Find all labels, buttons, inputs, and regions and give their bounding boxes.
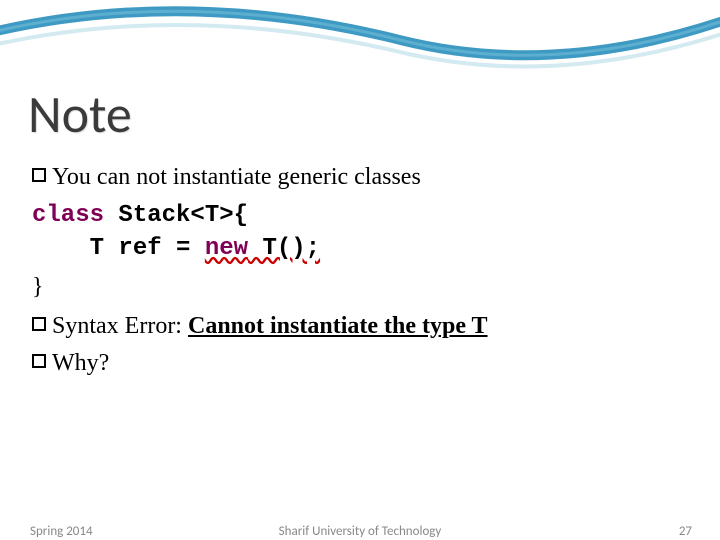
bullet-item: Why? [32, 346, 688, 381]
footer-institution: Sharif University of Technology [0, 524, 720, 539]
bullet-item: You can not instantiate generic classes [32, 160, 688, 195]
bullet-text: Why? [52, 346, 109, 381]
code-text: T ref = [32, 235, 205, 262]
header-swoosh [0, 0, 720, 90]
keyword-class: class [32, 202, 104, 229]
bullet-item: Syntax Error: Cannot instantiate the typ… [32, 309, 688, 344]
bullet-prefix: Syntax Error: [52, 313, 188, 339]
code-close-brace: } [32, 270, 688, 305]
bullet-emphasis: Cannot instantiate the type T [188, 313, 488, 339]
code-text: Stack<T>{ [104, 202, 248, 229]
bullet-text: Syntax Error: Cannot instantiate the typ… [52, 309, 488, 344]
slide-number: 27 [679, 524, 692, 539]
slide-title: Note [28, 82, 132, 146]
code-error-text: T(); [248, 235, 320, 262]
bullet-text: You can not instantiate generic classes [52, 160, 421, 195]
keyword-new-error: new [205, 235, 248, 262]
code-block: class Stack<T>{ T ref = new T(); [32, 199, 688, 266]
square-bullet-icon [32, 317, 46, 331]
square-bullet-icon [32, 168, 46, 182]
slide-body: You can not instantiate generic classes … [32, 160, 688, 382]
square-bullet-icon [32, 354, 46, 368]
